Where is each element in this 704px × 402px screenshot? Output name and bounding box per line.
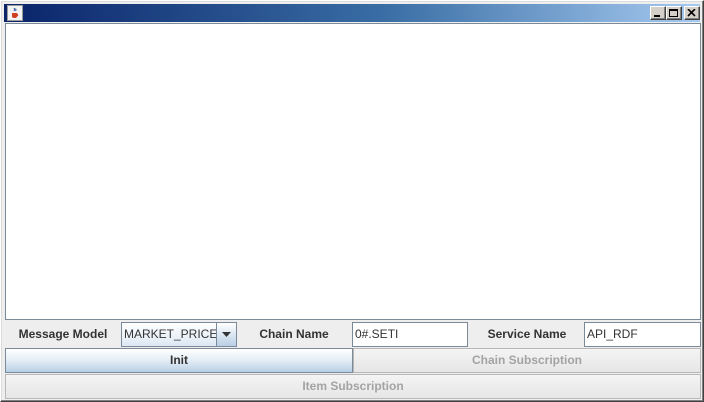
- close-icon: [687, 9, 696, 17]
- service-name-label: Service Name: [487, 327, 567, 341]
- service-name-input[interactable]: API_RDF: [584, 322, 701, 347]
- chain-name-input[interactable]: 0#.SETI: [352, 322, 468, 347]
- minimize-icon: [654, 15, 660, 17]
- maximize-button[interactable]: [666, 6, 682, 20]
- maximize-icon: [669, 9, 678, 17]
- output-panel[interactable]: [5, 23, 701, 320]
- message-model-label: Message Model: [18, 327, 108, 341]
- chain-subscription-button[interactable]: Chain Subscription: [353, 348, 701, 373]
- chevron-down-icon: [222, 332, 231, 337]
- init-button[interactable]: Init: [5, 348, 353, 373]
- item-subscription-button[interactable]: Item Subscription: [5, 374, 701, 399]
- dropdown-arrow-button[interactable]: [216, 323, 236, 346]
- title-bar[interactable]: [4, 4, 700, 22]
- minimize-button[interactable]: [650, 6, 666, 20]
- app-window: Message Model MARKET_PRICE Chain Name 0#…: [0, 0, 704, 402]
- close-button[interactable]: [684, 6, 700, 20]
- java-cup-icon[interactable]: [7, 5, 23, 21]
- chain-name-label: Chain Name: [259, 327, 329, 341]
- message-model-selected: MARKET_PRICE: [124, 327, 218, 341]
- message-model-dropdown[interactable]: MARKET_PRICE: [121, 322, 237, 347]
